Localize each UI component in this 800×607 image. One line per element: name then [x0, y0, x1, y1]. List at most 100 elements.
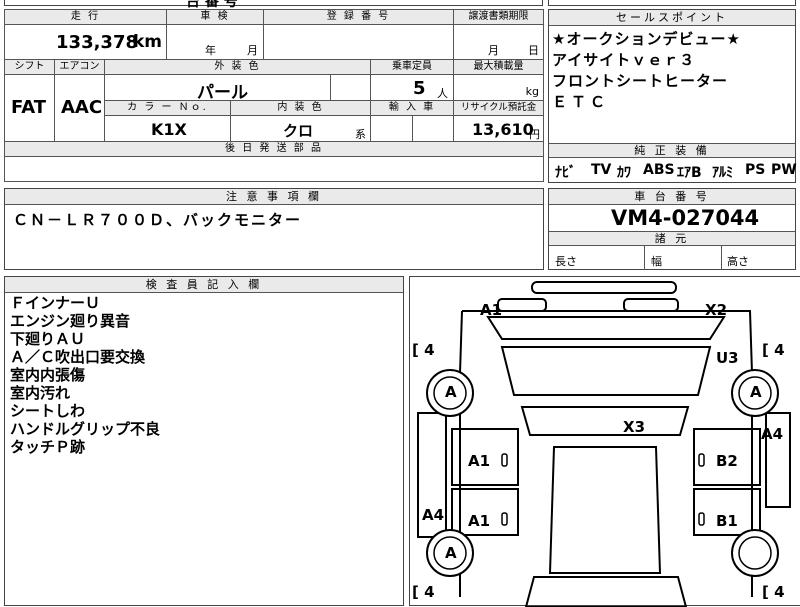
door-handle-shape	[698, 453, 705, 467]
equipment-item: ﾅﾋﾞ	[555, 165, 576, 181]
capacity-unit: 人	[437, 87, 448, 100]
sales-point-line-3: フロントシートヒーター	[552, 72, 729, 90]
color-no-cell: K1X	[104, 115, 231, 142]
mark-front-right-corner: X2	[705, 301, 728, 319]
interior-color-value: クロ	[283, 122, 314, 140]
mark-wheel-rl: A	[445, 544, 457, 562]
equipment-item: ｴｱB	[677, 165, 702, 181]
inspector-line: Ａ／Ｃ吹出口要交換	[10, 348, 146, 366]
import-header: 輸 入 車	[370, 100, 454, 116]
inspector-line: 下廻りＡＵ	[10, 330, 86, 348]
import-cell-a	[370, 115, 413, 142]
sales-point-line-1: ★オークションデビュー★	[552, 30, 741, 48]
equipment-item: TV	[591, 162, 612, 178]
dimensions-header: 諸 元	[549, 231, 795, 246]
aircon-cell: AAC	[54, 74, 105, 142]
exterior-color-extra	[330, 74, 371, 101]
front-bumper-shape	[531, 281, 677, 294]
mark-roof: X3	[623, 418, 646, 436]
car-diagram	[417, 281, 791, 607]
transfer-deadline-cell: 月 日	[453, 24, 544, 60]
interior-color-header: 内 装 色	[230, 100, 371, 116]
mileage-header: 走 行	[4, 9, 167, 25]
inspector-line: エンジン廻り異音	[10, 312, 131, 330]
tire-depth-rear-left: [ 4	[412, 583, 435, 601]
inspection-header: 車 検	[166, 9, 264, 25]
notes-header: 注 意 事 項 欄	[5, 189, 543, 205]
inspector-line: シートしわ	[10, 402, 86, 420]
sales-points-panel: セールスポイント ★オークションデビュー★ アイサイトｖｅｒ３ フロントシートヒ…	[548, 9, 797, 183]
mark-front-left-corner: A1	[480, 301, 503, 319]
chassis-panel: 車 台 番 号 VM4-027044 諸 元 長さ 幅 高さ	[548, 188, 796, 270]
roof-shape	[548, 446, 662, 574]
mark-left-rear-quarter: A4	[422, 506, 445, 524]
capacity-header: 乗車定員	[370, 59, 454, 75]
transfer-deadline-header: 譲渡書類期限	[453, 9, 544, 25]
color-no-header: カ ラ ー Ｎｏ.	[104, 100, 231, 116]
mark-wheel-fl: A	[445, 383, 457, 401]
equipment-item: ｶﾜ	[617, 165, 631, 181]
registration-cell	[263, 24, 454, 60]
mileage-value: 133,378	[56, 32, 138, 53]
equipment-header: 純 正 装 備	[549, 143, 795, 158]
cabin-front-shape	[520, 406, 690, 436]
inspector-panel: 検 査 員 記 入 欄 ＦインナーＵ エンジン廻り異音 下廻りＡＵ Ａ／Ｃ吹出口…	[4, 276, 404, 606]
sales-point-line-2: アイサイトｖｅｒ３	[552, 51, 696, 69]
equipment-item: ｱﾙﾐ	[712, 165, 733, 181]
chassis-number: VM4-027044	[611, 206, 760, 230]
import-cell-b	[412, 115, 454, 142]
notes-panel: 注 意 事 項 欄 ＣＮ－ＬＲ７００Ｄ、バックモニター	[4, 188, 544, 270]
front-glass-shape	[500, 346, 712, 396]
interior-color-suffix: 系	[355, 128, 366, 141]
mark-left-rear-door: A1	[468, 512, 491, 530]
recycle-header: リサイクル預託金	[453, 100, 544, 116]
inspection-year-unit: 年	[205, 44, 216, 57]
inspector-line: 室内内張傷	[10, 366, 86, 384]
capacity-value: 5	[413, 78, 426, 99]
mark-right-rear-quarter: A4	[761, 425, 784, 443]
rear-glass-shape	[524, 576, 688, 607]
sales-point-line-4: ＥＴＣ	[552, 93, 610, 111]
inspector-line: タッチＰ跡	[10, 438, 86, 456]
mark-right-rear-door: B1	[716, 512, 738, 530]
mark-wheel-fr: A	[750, 383, 762, 401]
recycle-value: 13,610	[472, 120, 534, 139]
inspection-month-unit: 月	[247, 44, 258, 57]
inspector-line: ＦインナーＵ	[10, 294, 101, 312]
recycle-unit: 円	[529, 128, 540, 141]
max-load-unit: kg	[525, 85, 539, 98]
exterior-color-header: 外 装 色	[104, 59, 371, 75]
top-fragment-right	[548, 0, 796, 6]
mark-right-fender: U3	[716, 349, 739, 367]
inspection-cell: 年 月	[166, 24, 264, 60]
exterior-color-cell: パール	[104, 74, 331, 103]
right-mirror-shape	[623, 298, 679, 312]
dimensions-divider	[644, 246, 645, 270]
shift-cell: FAT	[4, 74, 55, 142]
car-diagram-panel: [ 4 [ 4 [ 4 [ 4 A1 X2 U3 A A X3 A4 A1 B2…	[409, 276, 800, 607]
equipment-item: PS	[745, 162, 766, 178]
transfer-day-unit: 日	[528, 44, 539, 57]
aircon-header: エアコン	[54, 59, 105, 75]
height-label: 高さ	[727, 255, 749, 268]
tire-fr-value: 4	[774, 341, 785, 359]
parts-cell	[4, 156, 544, 182]
tire-rl-value: 4	[424, 583, 435, 601]
top-fragment-row	[4, 0, 543, 6]
shift-value: FAT	[11, 97, 47, 118]
mileage-cell: 133,378 km	[4, 24, 167, 60]
shift-header: シフト	[4, 59, 55, 75]
tire-depth-rear-right: [ 4	[762, 583, 785, 601]
inspector-header: 検 査 員 記 入 欄	[5, 277, 403, 293]
inspector-line: ハンドルグリップ不良	[10, 420, 161, 438]
recycle-cell: 13,610 円	[453, 115, 544, 142]
tire-depth-front-left: [ 4	[412, 341, 435, 359]
tire-depth-front-right: [ 4	[762, 341, 785, 359]
door-handle-shape	[698, 512, 705, 526]
registration-header: 登 録 番 号	[263, 9, 454, 25]
parts-header: 後 日 発 送 部 品	[4, 141, 544, 157]
equipment-item: PW	[771, 162, 797, 178]
sales-points-header: セールスポイント	[549, 10, 795, 26]
dimensions-divider	[721, 246, 722, 270]
aircon-value: AAC	[61, 97, 103, 118]
